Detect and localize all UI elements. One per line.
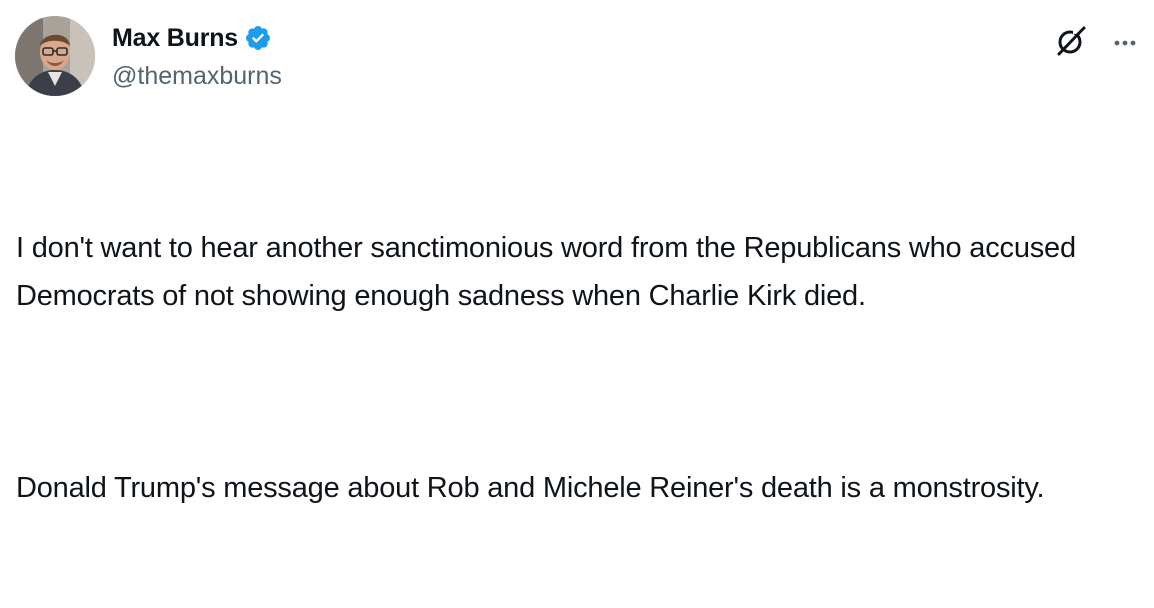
- tweet-text: I don't want to hear another sanctimonio…: [16, 128, 1136, 608]
- grok-icon[interactable]: [1054, 24, 1088, 58]
- tweet-card: Max Burns @themaxburns I don't want to h…: [0, 0, 1154, 504]
- verified-badge-icon: [244, 24, 272, 52]
- avatar-image: [15, 16, 95, 96]
- avatar[interactable]: [15, 16, 95, 96]
- tweet-paragraph: Donald Trump's message about Rob and Mic…: [16, 472, 1045, 504]
- author-handle[interactable]: @themaxburns: [112, 62, 282, 91]
- more-dots-icon[interactable]: [1108, 26, 1142, 60]
- author-name-row: Max Burns: [112, 22, 272, 54]
- tweet-paragraph: I don't want to hear another sanctimonio…: [16, 232, 1084, 312]
- author-display-name[interactable]: Max Burns: [112, 24, 238, 53]
